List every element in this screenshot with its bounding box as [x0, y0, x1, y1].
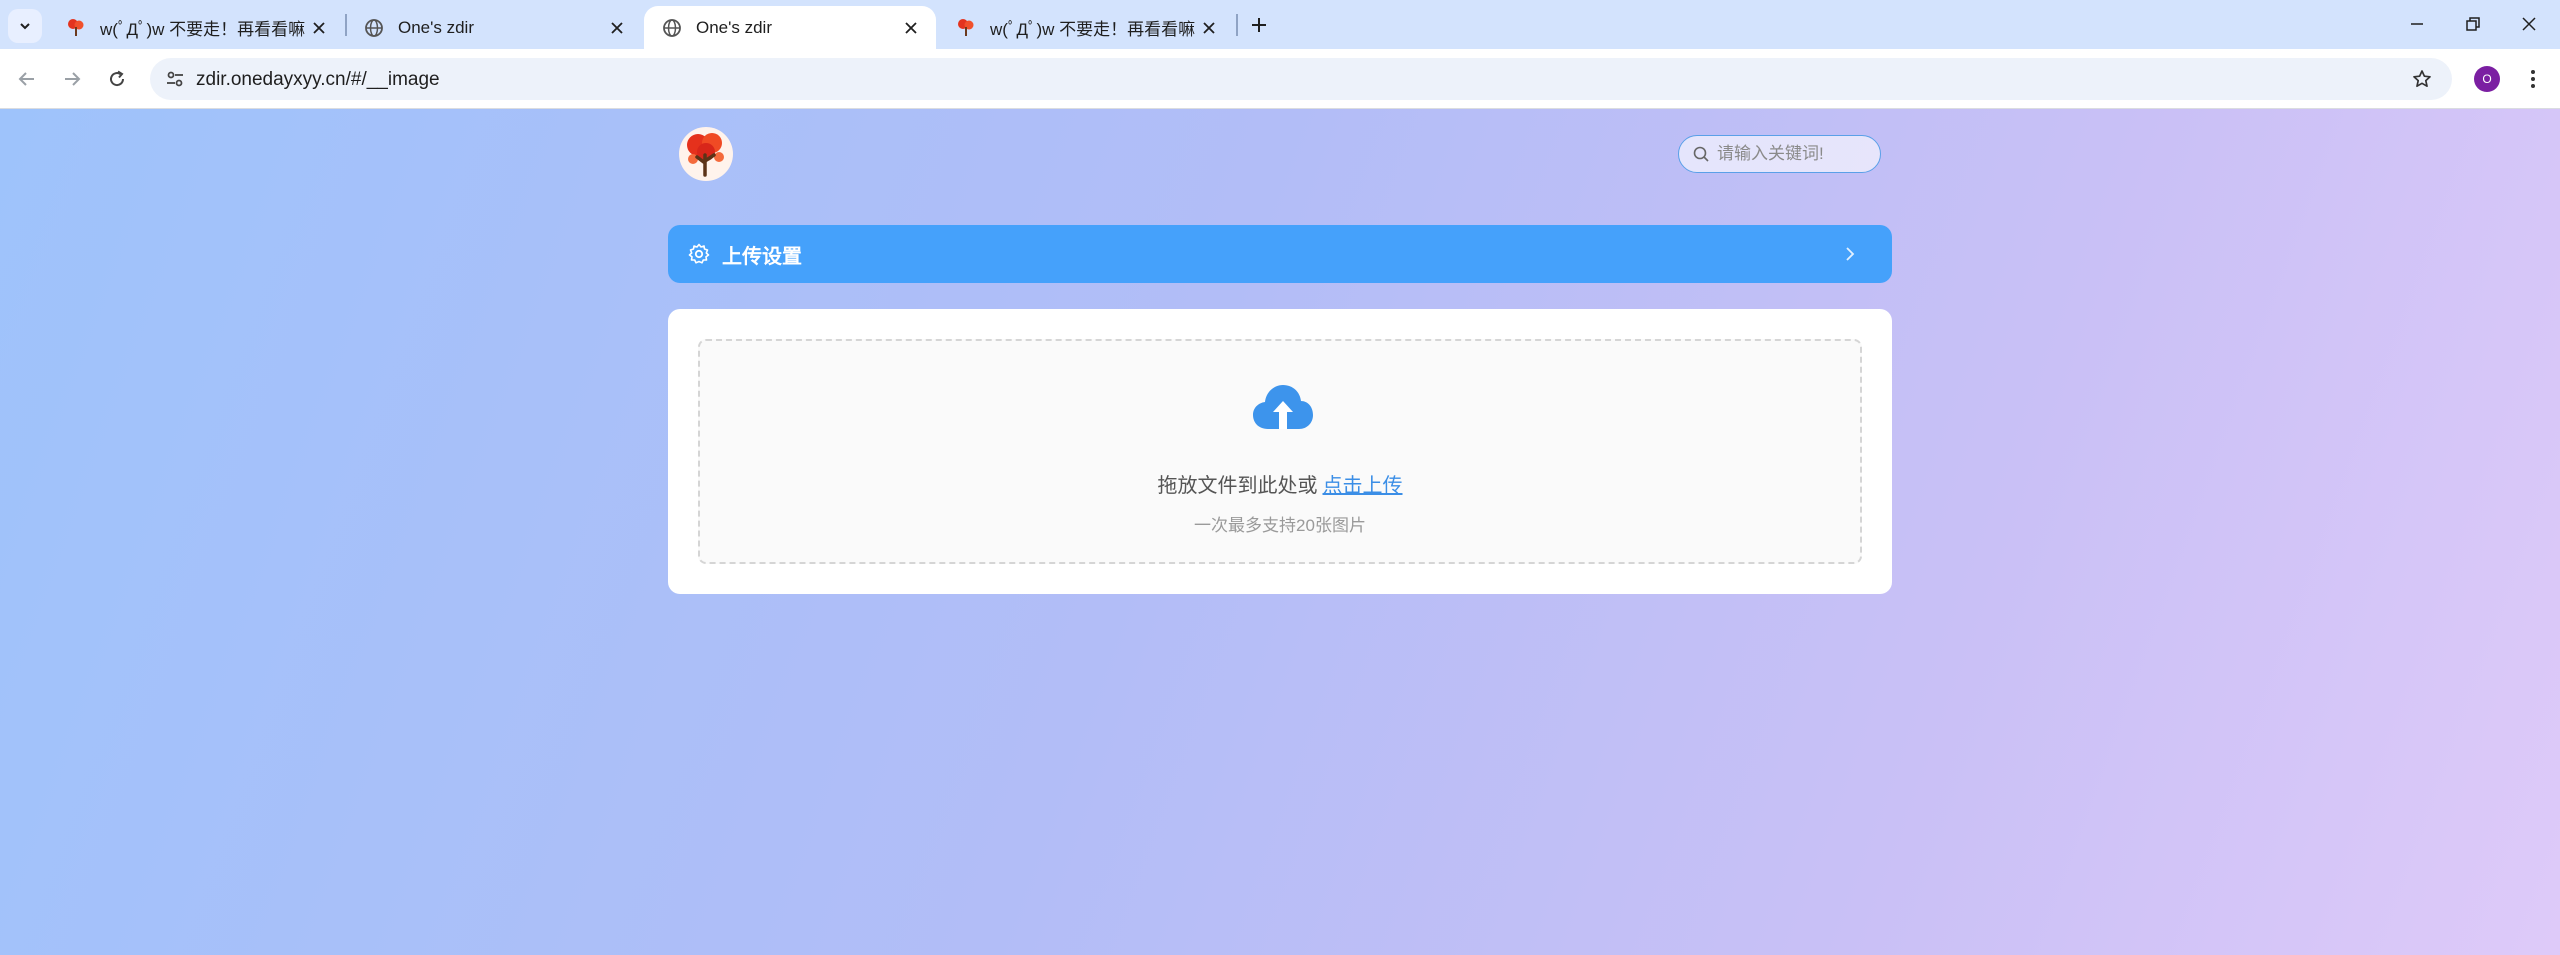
- site-logo[interactable]: [679, 127, 733, 181]
- globe-icon: [364, 18, 384, 38]
- close-icon[interactable]: [1198, 17, 1220, 39]
- gear-icon: [688, 243, 710, 265]
- close-icon[interactable]: [900, 17, 922, 39]
- reload-icon: [110, 70, 125, 87]
- arrow-left-icon: [18, 72, 34, 86]
- close-icon: [2522, 17, 2536, 31]
- cloud-upload-icon: [1253, 385, 1313, 429]
- upload-limit-tip: 一次最多支持20张图片: [1194, 516, 1366, 535]
- reload-button[interactable]: [100, 62, 134, 96]
- tab-title: w(ﾟДﾟ)w 不要走！再看看嘛！: [100, 20, 308, 39]
- close-icon[interactable]: [308, 17, 330, 39]
- upload-settings-label: 上传设置: [722, 245, 802, 268]
- tab-title: One's zdir: [696, 17, 772, 37]
- forward-button[interactable]: [55, 62, 89, 96]
- tree-logo-icon: [687, 133, 724, 177]
- tab-title: w(ﾟДﾟ)w 不要走！再看看嘛！: [990, 20, 1198, 39]
- restore-button[interactable]: [2446, 6, 2500, 42]
- globe-icon: [662, 18, 682, 38]
- plus-icon: [1252, 18, 1266, 32]
- profile-avatar[interactable]: O: [2474, 66, 2500, 92]
- more-vertical-icon: [2531, 70, 2535, 88]
- tab-separator: [1236, 14, 1238, 36]
- url-text: zdir.onedayxyy.cn/#/__image: [196, 69, 440, 90]
- tree-icon: [66, 18, 86, 38]
- restore-icon: [2466, 17, 2480, 31]
- close-icon[interactable]: [606, 17, 628, 39]
- minimize-button[interactable]: [2390, 6, 2444, 42]
- browser-toolbar: zdir.onedayxyy.cn/#/__image O: [0, 49, 2560, 109]
- upload-dropzone[interactable]: 拖放文件到此处或 点击上传 一次最多支持20张图片: [698, 339, 1862, 564]
- bookmark-star-icon[interactable]: [2406, 63, 2438, 95]
- search-box[interactable]: [1678, 135, 1881, 173]
- site-info-icon[interactable]: [158, 62, 192, 96]
- back-button[interactable]: [10, 62, 44, 96]
- tab-1[interactable]: w(ﾟДﾟ)w 不要走！再看看嘛！: [48, 6, 344, 49]
- browser-menu-button[interactable]: [2516, 62, 2550, 96]
- search-icon: [1693, 146, 1709, 162]
- tab-strip: w(ﾟДﾟ)w 不要走！再看看嘛！ One's zdir One's zdir …: [0, 0, 2560, 49]
- chevron-right-icon: [1840, 244, 1860, 264]
- drop-text: 拖放文件到此处或: [1157, 475, 1318, 497]
- search-input[interactable]: [1717, 144, 1867, 164]
- address-bar[interactable]: zdir.onedayxyy.cn/#/__image: [150, 58, 2452, 100]
- tab-title: One's zdir: [398, 17, 474, 37]
- page-content: 上传设置 拖放文件到此处或点击上传 一次最多支持20张图片: [0, 109, 2560, 955]
- upload-card: 拖放文件到此处或 点击上传 一次最多支持20张图片: [668, 309, 1892, 594]
- tab-2[interactable]: One's zdir: [346, 6, 642, 49]
- upload-settings-bar[interactable]: 上传设置: [668, 225, 1892, 283]
- minimize-icon: [2411, 23, 2423, 25]
- click-upload-link[interactable]: 点击上传: [1323, 475, 1403, 497]
- tab-search-button[interactable]: [8, 9, 42, 43]
- drop-instructions: 拖放文件到此处或 点击上传: [700, 469, 1860, 498]
- tree-icon: [956, 18, 976, 38]
- chevron-down-icon: [20, 23, 30, 30]
- new-tab-button[interactable]: [1244, 10, 1274, 40]
- close-window-button[interactable]: [2502, 6, 2556, 42]
- arrow-right-icon: [65, 72, 81, 86]
- tab-4[interactable]: w(ﾟДﾟ)w 不要走！再看看嘛！: [938, 6, 1234, 49]
- tab-3-active[interactable]: One's zdir: [644, 6, 936, 49]
